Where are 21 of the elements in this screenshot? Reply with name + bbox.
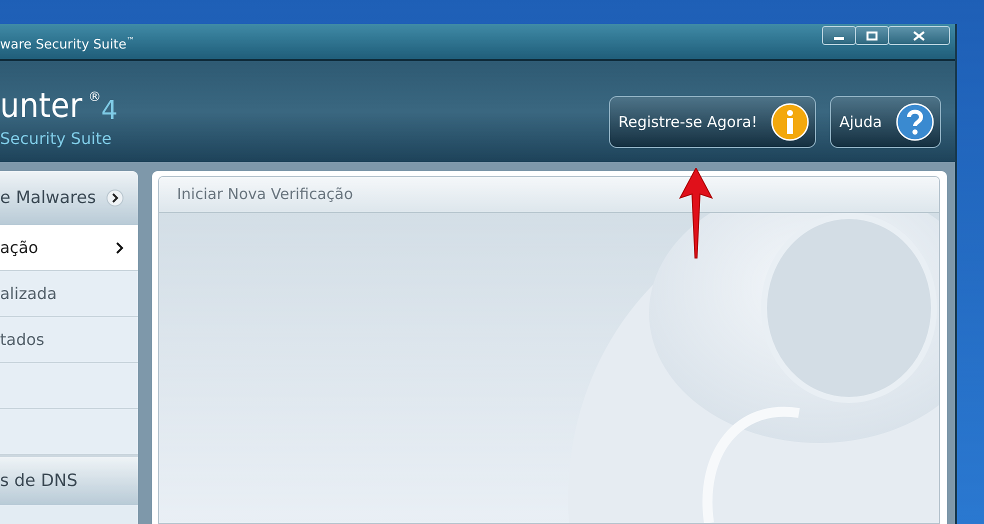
minimize-button[interactable] (822, 26, 856, 45)
window-title: ware Security Suite$^{™}$ (0, 35, 135, 52)
register-button[interactable]: Registre-se Agora! (609, 96, 816, 148)
close-icon (912, 30, 926, 40)
info-icon (771, 102, 810, 141)
logo-tagline: Security Suite (0, 128, 113, 148)
logo-text: unter (0, 86, 82, 126)
close-button[interactable] (888, 26, 950, 45)
sidebar-section[interactable]: e Malwares (0, 171, 138, 225)
help-button[interactable]: Ajuda (830, 96, 941, 148)
chevron-icon (116, 242, 124, 254)
registered-mark: ® (88, 90, 102, 105)
minimize-icon (834, 37, 844, 40)
version-number: 4 (101, 96, 118, 126)
chevron-circle-icon (106, 189, 124, 207)
sidebar-item[interactable]: ação (0, 225, 138, 271)
sidebar-section[interactable]: s de DNS (0, 455, 138, 505)
maximize-button[interactable] (855, 26, 889, 45)
panel-title: Iniciar Nova Verificação (159, 177, 939, 213)
maximize-icon (865, 30, 879, 40)
help-icon (896, 102, 934, 141)
